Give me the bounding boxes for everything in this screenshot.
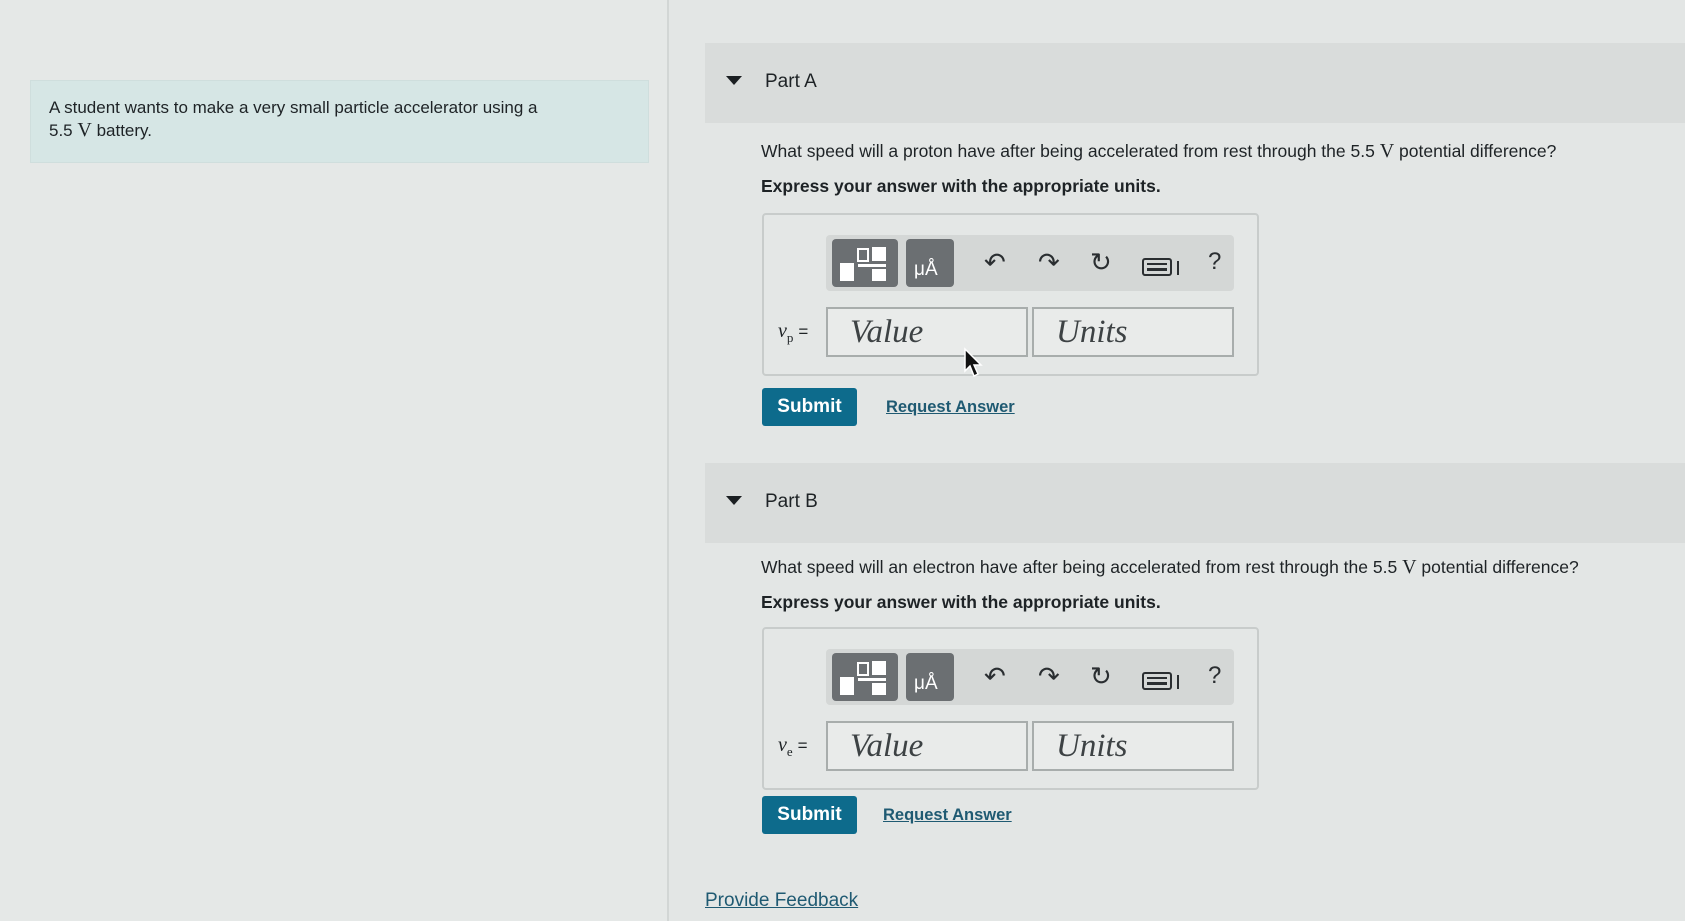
problem-statement: A student wants to make a very small par… (30, 80, 649, 163)
part-b-instruction: Express your answer with the appropriate… (761, 592, 1161, 612)
left-column: A student wants to make a very small par… (0, 0, 667, 921)
part-b-question-text: What speed will an electron have after b… (761, 557, 1398, 577)
part-a-header[interactable]: Part A (705, 43, 1685, 123)
part-b-question-end: potential difference? (1421, 557, 1579, 577)
units-palette-button[interactable]: μÅ (906, 653, 954, 701)
part-b-question-unit: V (1402, 556, 1417, 578)
part-b-question: What speed will an electron have after b… (761, 556, 1579, 579)
collapse-caret-icon[interactable] (726, 496, 742, 505)
part-a-units-input[interactable] (1032, 307, 1234, 357)
part-a-question-unit: V (1379, 140, 1395, 162)
redo-icon[interactable]: ↷ (1038, 247, 1060, 277)
templates-button[interactable] (832, 653, 898, 701)
provide-feedback-link[interactable]: Provide Feedback (705, 890, 858, 912)
problem-text-before: A student wants to make a very small par… (49, 98, 538, 117)
part-b-value-input[interactable] (826, 721, 1028, 771)
part-b-submit-button[interactable]: Submit (762, 796, 857, 834)
part-a-title: Part A (765, 71, 817, 92)
mouse-cursor-icon (964, 347, 983, 378)
help-icon[interactable]: ? (1208, 661, 1221, 691)
variable-symbol: v (778, 320, 787, 342)
equals-sign: = (798, 322, 809, 341)
units-palette-button[interactable]: μÅ (906, 239, 954, 287)
variable-subscript: e (786, 744, 793, 759)
help-icon[interactable]: ? (1208, 247, 1221, 277)
problem-voltage-value: 5.5 (49, 121, 73, 140)
math-toolbar: μÅ ↶ ↷ ↻ ? (826, 235, 1234, 291)
part-b-title: Part B (765, 491, 818, 512)
part-a-answer-box: μÅ ↶ ↷ ↻ ? vp = (762, 213, 1259, 376)
part-b-units-input[interactable] (1032, 721, 1234, 771)
part-b-variable-label: ve = (778, 734, 808, 760)
part-b-header[interactable]: Part B (705, 463, 1685, 543)
problem-voltage-unit: V (77, 119, 92, 141)
units-palette-icon: μÅ (914, 259, 938, 280)
problem-text-after: battery. (96, 121, 152, 140)
keyboard-icon[interactable] (1142, 667, 1182, 697)
units-palette-icon: μÅ (914, 673, 938, 694)
keyboard-icon[interactable] (1142, 253, 1182, 283)
templates-button[interactable] (832, 239, 898, 287)
part-a-question: What speed will a proton have after bein… (761, 140, 1556, 163)
part-a-submit-button[interactable]: Submit (762, 388, 857, 426)
part-a-variable-label: vp = (778, 320, 808, 346)
part-b-answer-box: μÅ ↶ ↷ ↻ ? ve = (762, 627, 1259, 790)
equals-sign: = (797, 736, 808, 755)
templates-icon (840, 661, 886, 695)
variable-symbol: v (778, 734, 787, 756)
collapse-caret-icon[interactable] (726, 76, 742, 85)
templates-icon (840, 247, 886, 281)
part-a-request-answer-link[interactable]: Request Answer (886, 398, 1015, 417)
part-a-value-input[interactable] (826, 307, 1028, 357)
part-b-request-answer-link[interactable]: Request Answer (883, 806, 1012, 825)
math-toolbar: μÅ ↶ ↷ ↻ ? (826, 649, 1234, 705)
part-a-instruction: Express your answer with the appropriate… (761, 176, 1161, 196)
undo-icon[interactable]: ↶ (984, 247, 1006, 277)
reset-icon[interactable]: ↻ (1090, 661, 1112, 691)
variable-subscript: p (786, 330, 794, 345)
redo-icon[interactable]: ↷ (1038, 661, 1060, 691)
undo-icon[interactable]: ↶ (984, 661, 1006, 691)
column-divider (667, 0, 669, 921)
part-a-question-text: What speed will a proton have after bein… (761, 141, 1375, 161)
part-a-question-end: potential difference? (1399, 141, 1557, 161)
reset-icon[interactable]: ↻ (1090, 247, 1112, 277)
